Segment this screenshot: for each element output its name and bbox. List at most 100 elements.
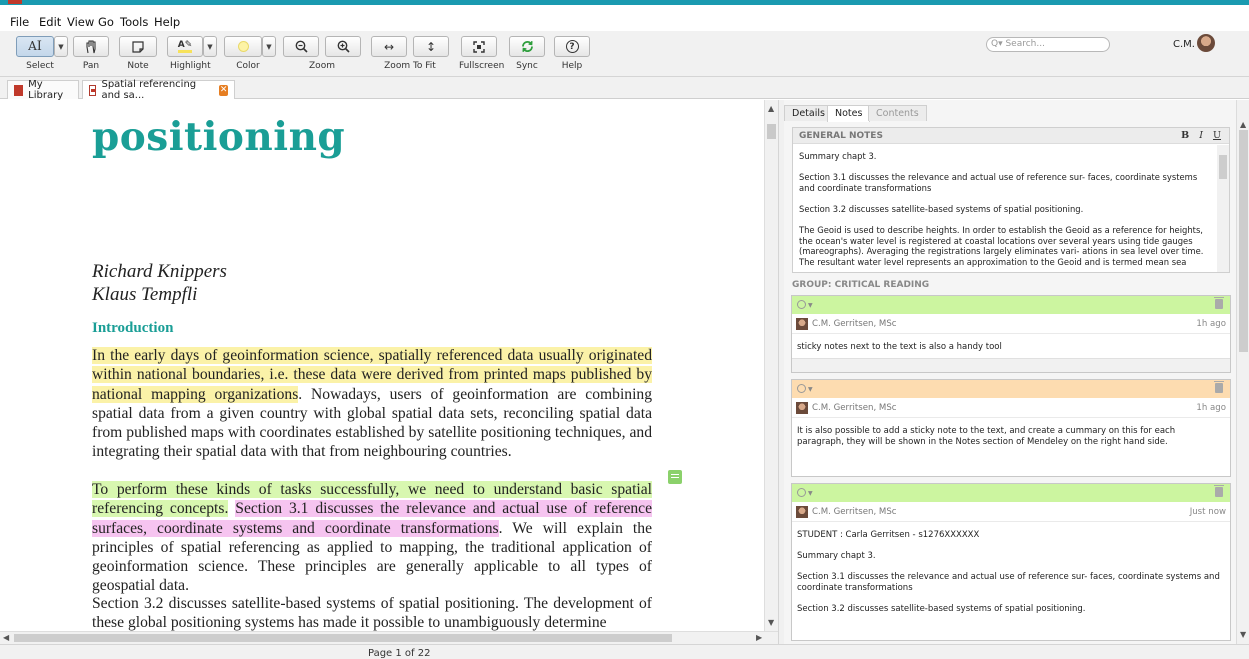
sync-icon: [521, 40, 533, 53]
note-author: C.M. Gerritsen, MSc: [812, 507, 897, 517]
document-tab-bar: My Library Spatial referencing and sa...…: [0, 77, 1249, 101]
zoom-in-button[interactable]: [325, 36, 361, 57]
menu-help[interactable]: Help: [154, 15, 180, 29]
paragraph-1[interactable]: In the early days of geoinformation scie…: [92, 346, 652, 462]
note-line: Section 3.1 discusses the relevance and …: [797, 572, 1220, 593]
fit-height-button[interactable]: ↕: [413, 36, 449, 57]
sticky-note-marker-icon[interactable]: [668, 470, 682, 484]
sidebar-scroll-down-icon[interactable]: ▼: [1240, 630, 1246, 639]
note-text[interactable]: It is also possible to add a sticky note…: [792, 418, 1230, 447]
author-avatar: [796, 318, 808, 330]
window-top-strip: [0, 0, 1249, 5]
scroll-up-icon[interactable]: ▲: [768, 104, 774, 113]
user-avatar[interactable]: [1197, 34, 1215, 52]
note-card-header: ▼: [792, 484, 1230, 502]
general-notes-line: Summary chapt 3.: [799, 151, 877, 161]
sync-button[interactable]: [509, 36, 545, 57]
trash-icon[interactable]: [1214, 381, 1224, 393]
note-text[interactable]: sticky notes next to the text is also a …: [792, 334, 1230, 353]
underline-button[interactable]: U: [1213, 130, 1221, 141]
user-name[interactable]: C.M.: [1173, 39, 1195, 50]
trash-icon[interactable]: [1214, 485, 1224, 497]
note-author-row: C.M. Gerritsen, MSc 1h ago: [792, 398, 1230, 418]
fit-height-icon: ↕: [425, 39, 437, 54]
document-title: positioning: [92, 114, 346, 160]
trash-icon[interactable]: [1214, 297, 1224, 309]
scroll-left-icon[interactable]: ◀: [3, 633, 9, 642]
menu-tools[interactable]: Tools: [120, 15, 148, 29]
select-tool-button[interactable]: AI: [16, 36, 54, 57]
fullscreen-button[interactable]: [461, 36, 497, 57]
chevron-down-icon[interactable]: ▼: [808, 490, 813, 497]
sidebar-scroll-thumb[interactable]: [1239, 130, 1248, 352]
close-tab-icon[interactable]: ✕: [219, 84, 228, 96]
general-notes-scrollbar[interactable]: [1217, 145, 1229, 272]
chevron-down-icon[interactable]: ▼: [808, 302, 813, 309]
italic-button[interactable]: I: [1199, 130, 1203, 141]
document-horizontal-scrollbar[interactable]: ◀ ▶: [0, 631, 778, 644]
author-1: Richard Knippers: [92, 261, 227, 282]
menu-go[interactable]: Go: [98, 15, 114, 29]
bold-button[interactable]: B: [1181, 130, 1189, 141]
general-notes-scroll-thumb[interactable]: [1219, 155, 1227, 179]
tab-notes[interactable]: Notes: [827, 105, 871, 122]
pan-tool-button[interactable]: [73, 36, 109, 57]
sidebar-scroll-up-icon[interactable]: ▲: [1240, 120, 1246, 129]
highlight-dropdown[interactable]: ▼: [203, 36, 217, 57]
menu-edit[interactable]: Edit: [39, 15, 61, 29]
select-label: Select: [26, 61, 54, 71]
horizontal-scroll-thumb[interactable]: [14, 634, 672, 642]
sticky-note-card[interactable]: ▼ C.M. Gerritsen, MSc 1h ago sticky note…: [791, 295, 1231, 373]
general-notes-editor[interactable]: Summary chapt 3. Section 3.1 discusses t…: [799, 151, 1211, 269]
select-dropdown[interactable]: ▼: [54, 36, 68, 57]
note-status-icon[interactable]: [797, 488, 806, 497]
highlight-tool-button[interactable]: A✎: [167, 36, 203, 57]
tab-document-label: Spatial referencing and sa...: [101, 79, 197, 101]
sidebar-vertical-scrollbar[interactable]: ▲ ▼: [1236, 100, 1249, 644]
general-notes-line: Section 3.1 discusses the relevance and …: [799, 172, 1198, 193]
library-icon: [14, 84, 24, 96]
tab-my-library[interactable]: My Library: [7, 79, 79, 101]
note-timestamp: Just now: [1189, 507, 1226, 517]
note-line: It is also possible to add a sticky note…: [797, 426, 1176, 447]
menu-view[interactable]: View: [67, 15, 94, 29]
section-heading: Introduction: [92, 320, 174, 336]
note-status-icon[interactable]: [797, 300, 806, 309]
sidebar-tabs: Details Notes Contents: [784, 103, 1236, 122]
tab-my-library-label: My Library: [28, 79, 64, 101]
color-picker-button[interactable]: [224, 36, 262, 57]
tab-contents[interactable]: Contents: [868, 105, 927, 121]
fullscreen-icon: [473, 40, 485, 53]
tab-document[interactable]: Spatial referencing and sa... ✕: [82, 79, 235, 101]
general-notes-line: The Geoid is used to describe heights. I…: [799, 225, 1204, 269]
document-scroll-thumb[interactable]: [767, 124, 776, 139]
document-vertical-scrollbar[interactable]: ▲ ▼: [764, 100, 778, 631]
search-input[interactable]: Q▾ Search...: [986, 37, 1110, 52]
note-status-icon[interactable]: [797, 384, 806, 393]
zoom-out-button[interactable]: [283, 36, 319, 57]
tab-details[interactable]: Details: [784, 105, 833, 121]
fit-width-button[interactable]: ↔: [371, 36, 407, 57]
app-logo-mark: [8, 0, 22, 4]
group-title: GROUP: CRITICAL READING: [792, 280, 930, 290]
help-button[interactable]: ?: [554, 36, 590, 57]
sticky-note-card[interactable]: ▼ C.M. Gerritsen, MSc Just now STUDENT :…: [791, 483, 1231, 641]
chevron-down-icon[interactable]: ▼: [808, 386, 813, 393]
note-line: STUDENT : Carla Gerritsen - s1276XXXXXX: [797, 530, 980, 540]
menu-file[interactable]: File: [10, 15, 29, 29]
color-swatch-icon: [237, 41, 249, 52]
sticky-note-card[interactable]: ▼ C.M. Gerritsen, MSc 1h ago It is also …: [791, 379, 1231, 477]
note-line: Summary chapt 3.: [797, 551, 876, 561]
note-text[interactable]: STUDENT : Carla Gerritsen - s1276XXXXXX …: [792, 522, 1230, 614]
paragraph-2[interactable]: To perform these kinds of tasks successf…: [92, 480, 652, 596]
pdf-icon: [89, 84, 97, 96]
scroll-right-icon[interactable]: ▶: [756, 633, 762, 642]
note-tool-button[interactable]: [119, 36, 157, 57]
scroll-down-icon[interactable]: ▼: [768, 618, 774, 627]
note-timestamp: 1h ago: [1196, 403, 1226, 413]
author-avatar: [796, 402, 808, 414]
color-dropdown[interactable]: ▼: [262, 36, 276, 57]
pan-label: Pan: [82, 61, 100, 71]
general-notes-header: GENERAL NOTES B I U: [793, 128, 1229, 144]
pdf-document-view[interactable]: positioning Richard Knippers Klaus Tempf…: [0, 100, 764, 631]
